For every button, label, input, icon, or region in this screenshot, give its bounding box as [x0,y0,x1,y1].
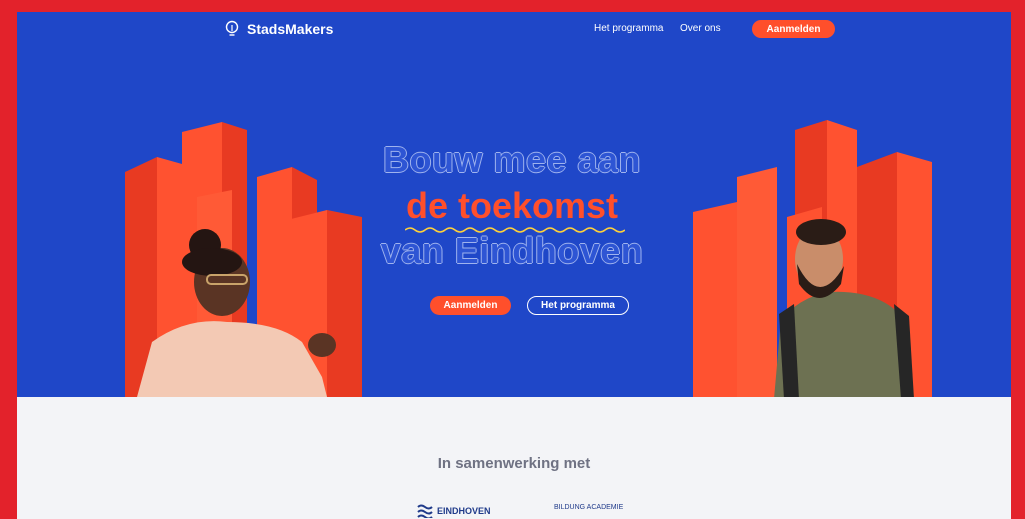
page: StadsMakers Het programma Over ons Aanme… [17,12,1011,519]
headline-line-1: Bouw mee aan [382,139,642,180]
person-left-photo [137,229,336,397]
person-right-photo [774,219,914,397]
partner-logo-eindhoven[interactable]: EINDHOVEN [417,504,491,518]
headline-line-2: de toekomst [405,185,619,226]
nav-link-over-ons[interactable]: Over ons [680,23,721,34]
partner-name-bildung: BILDUNG ACADEMIE [554,504,624,511]
lightbulb-icon [225,20,239,36]
brand-name: StadsMakers [247,21,334,37]
hero-signup-button[interactable]: Aanmelden [430,296,511,315]
hero-program-button[interactable]: Het programma [527,296,629,315]
nav-signup-button[interactable]: Aanmelden [752,20,835,38]
nav-link-het-programma[interactable]: Het programma [594,23,663,34]
brand-logo[interactable]: StadsMakers [225,20,333,38]
eindhoven-wave-icon [417,504,433,518]
partner-name-eindhoven: EINDHOVEN [437,506,491,516]
partners-title: In samenwerking met [437,455,591,472]
partner-logo-bildung[interactable]: BILDUNG ACADEMIE [554,504,623,511]
hero-section: StadsMakers Het programma Over ons Aanme… [17,12,1011,397]
headline-line-3: van Eindhoven [380,230,644,271]
